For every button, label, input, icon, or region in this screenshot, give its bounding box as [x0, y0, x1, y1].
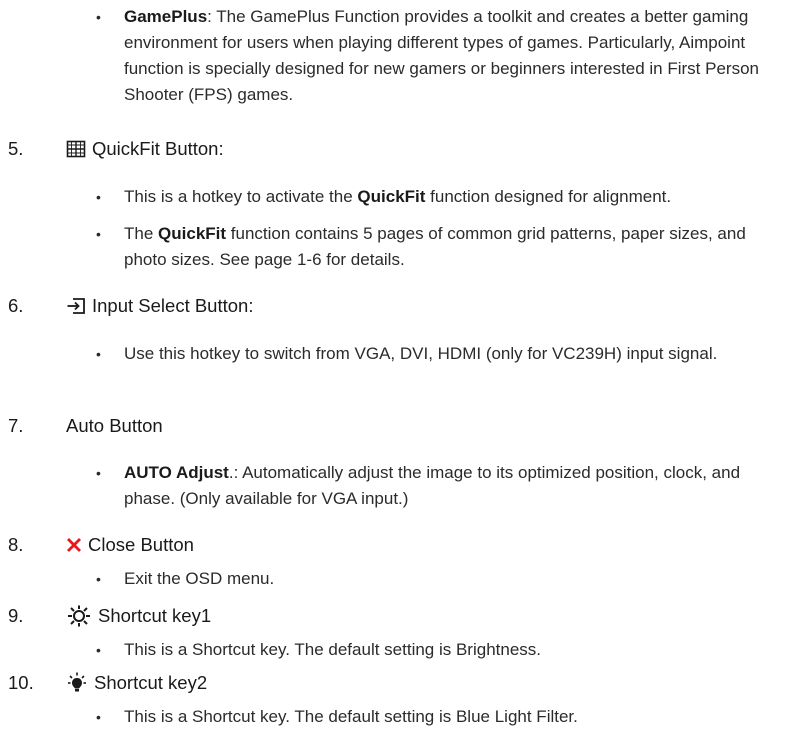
bullet-dot: • [96, 226, 101, 242]
bullet-dot: • [96, 346, 101, 362]
bullet-text: Exit the OSD menu. [124, 569, 275, 588]
quickfit-grid-icon [66, 140, 86, 158]
item-7-heading: 7. Auto Button [8, 413, 163, 439]
item-label: Shortcut key1 [98, 605, 212, 626]
bullet-dot: • [96, 189, 101, 205]
item-6-heading: 6. Input Select Button: [8, 293, 253, 319]
bullet-bold: QuickFit [158, 224, 227, 243]
item-number: 9. [8, 605, 24, 626]
item-number: 7. [8, 415, 24, 436]
bullet-bold: AUTO Adjust [124, 463, 229, 482]
bullet-text: This is a hotkey to activate the [124, 187, 358, 206]
item-10-heading: 10. Shortcut key2 [8, 670, 207, 696]
item-9-heading: 9. Shortcut key1 [8, 603, 211, 629]
manual-page: • GamePlus: The GamePlus Function provid… [0, 0, 798, 730]
input-select-icon [66, 297, 86, 315]
item-label: Close Button [88, 534, 194, 555]
item-number: 8. [8, 534, 24, 555]
bullet-input-select: • Use this hotkey to switch from VGA, DV… [96, 341, 786, 367]
bullet-quickfit-2: • The QuickFit function contains 5 pages… [96, 221, 786, 273]
bullet-text: Use this hotkey to switch from VGA, DVI,… [124, 344, 718, 363]
item-label: Input Select Button: [92, 295, 254, 316]
bullet-dot: • [96, 9, 101, 25]
bullet-auto: • AUTO Adjust.: Automatically adjust the… [96, 460, 786, 512]
bullet-shortcut-2: • This is a Shortcut key. The default se… [96, 704, 786, 730]
item-label: Auto Button [66, 415, 163, 436]
brightness-sun-icon [66, 605, 92, 627]
bullet-dot: • [96, 709, 101, 725]
bullet-text: This is a Shortcut key. The default sett… [124, 640, 542, 659]
item-label: QuickFit Button: [92, 138, 224, 159]
gameplus-text: : The GamePlus Function provides a toolk… [124, 7, 759, 104]
item-8-heading: 8. Close Button [8, 532, 194, 558]
item-5-heading: 5. QuickFit Button: [8, 136, 224, 162]
item-number: 5. [8, 138, 24, 159]
bullet-text: This is a Shortcut key. The default sett… [124, 707, 578, 726]
bullet-dot: • [96, 571, 101, 587]
bullet-bold: QuickFit [357, 187, 426, 206]
bullet-text: function designed for alignment. [425, 187, 672, 206]
blue-light-icon [66, 672, 88, 694]
bullet-quickfit-1: • This is a hotkey to activate the Quick… [96, 184, 786, 210]
close-x-icon [66, 537, 82, 553]
bullet-dot: • [96, 465, 101, 481]
bullet-text: The [124, 224, 159, 243]
bullet-gameplus: • GamePlus: The GamePlus Function provid… [96, 4, 786, 108]
gameplus-bold: GamePlus [124, 7, 208, 26]
item-number: 10. [8, 672, 34, 693]
bullet-dot: • [96, 642, 101, 658]
item-number: 6. [8, 295, 24, 316]
bullet-close: • Exit the OSD menu. [96, 566, 786, 592]
item-label: Shortcut key2 [94, 672, 208, 693]
bullet-shortcut-1: • This is a Shortcut key. The default se… [96, 637, 786, 663]
